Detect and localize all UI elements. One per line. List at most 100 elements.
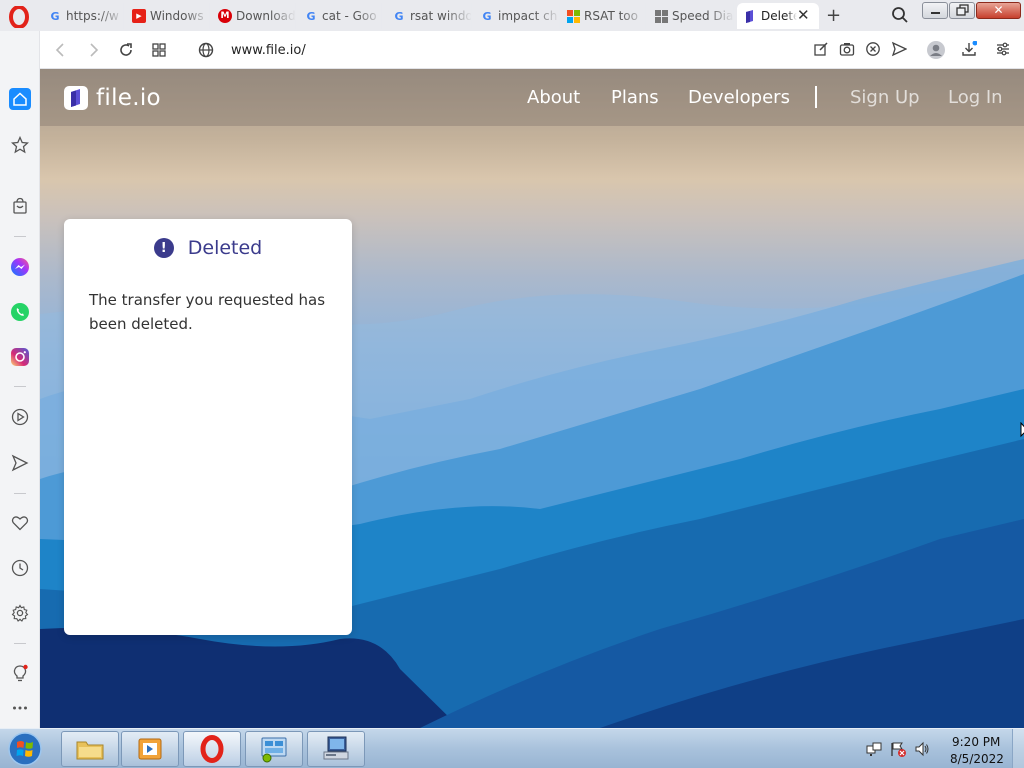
google-icon: G [50, 9, 60, 23]
google-icon: G [482, 9, 492, 23]
instagram-icon[interactable] [9, 346, 31, 368]
home-icon[interactable] [9, 88, 31, 110]
taskbar-network-button[interactable] [307, 731, 365, 767]
tab-6[interactable]: G impact ch [474, 3, 560, 29]
address-bar: www.file.io/ [40, 31, 1024, 69]
card-message: The transfer you requested has been dele… [89, 291, 326, 333]
google-icon: G [394, 9, 404, 23]
search-tabs-icon[interactable] [891, 6, 909, 24]
tab-8[interactable]: Speed Dia [648, 3, 734, 29]
sidebar-divider [14, 493, 26, 494]
speed-dial-icon [654, 9, 668, 23]
control-panel-icon [261, 737, 287, 763]
opera-icon [200, 735, 224, 763]
edit-icon[interactable] [813, 41, 829, 57]
tab-label: Speed Dia [672, 9, 733, 23]
sidebar-divider [14, 236, 26, 237]
nav-divider [815, 86, 817, 108]
clock-time[interactable]: 9:20 PM [952, 735, 1000, 749]
close-tab-icon[interactable]: ✕ [797, 8, 811, 23]
forward-icon[interactable] [84, 41, 102, 59]
volume-tray-icon[interactable] [914, 741, 930, 757]
tab-bar: G https://w ▶ Windows M Download G cat -… [0, 0, 1024, 31]
computer-icon [323, 736, 349, 760]
tab-label: https://w [66, 9, 119, 23]
restore-button[interactable] [949, 2, 975, 19]
new-tab-icon[interactable]: + [826, 5, 842, 26]
logo-text: file.io [96, 85, 161, 111]
show-desktop-button[interactable] [1012, 729, 1024, 768]
url-field[interactable]: www.file.io/ [231, 43, 306, 58]
shopping-bag-icon[interactable] [9, 195, 31, 217]
tab-1[interactable]: G https://w [42, 3, 124, 29]
opera-sidebar [0, 31, 40, 728]
youtube-icon: ▶ [132, 9, 146, 23]
taskbar-control-panel-button[interactable] [245, 731, 303, 767]
messenger-icon[interactable] [9, 256, 31, 278]
tab-label: Delete [761, 9, 797, 23]
nav-developers-link[interactable]: Developers [688, 87, 790, 108]
tab-2[interactable]: ▶ Windows [126, 3, 210, 29]
tab-label: cat - Goo [322, 9, 377, 23]
fileio-icon [743, 9, 757, 23]
fileio-logo-icon [64, 86, 88, 110]
fileio-logo[interactable]: file.io [64, 85, 161, 111]
site-header: file.io About Plans Developers Sign Up L… [40, 69, 1024, 126]
log-in-link[interactable]: Log In [948, 87, 1003, 108]
nav-about-link[interactable]: About [527, 87, 580, 108]
status-card: ! Deleted The transfer you requested has… [64, 219, 352, 635]
network-tray-icon[interactable] [866, 741, 882, 757]
start-button-icon[interactable] [5, 731, 45, 767]
tab-5[interactable]: G rsat windo [386, 3, 472, 29]
close-window-button[interactable]: ✕ [976, 2, 1021, 19]
tab-label: RSAT too [584, 9, 638, 23]
windows-icon [566, 9, 580, 23]
back-icon[interactable] [52, 41, 70, 59]
card-header: ! Deleted [64, 237, 352, 259]
snapshot-icon[interactable] [839, 41, 855, 57]
globe-icon[interactable] [197, 41, 215, 59]
my-flow-icon[interactable] [9, 452, 31, 474]
sidebar-divider [14, 643, 26, 644]
taskbar-explorer-button[interactable] [61, 731, 119, 767]
minimize-button[interactable] [922, 2, 948, 19]
opera-logo-icon[interactable] [8, 6, 30, 28]
downloads-icon[interactable] [961, 41, 977, 57]
tab-label: Download [236, 9, 295, 23]
tab-3[interactable]: M Download [212, 3, 296, 29]
clock-date[interactable]: 8/5/2022 [950, 752, 1004, 766]
tab-4[interactable]: G cat - Goo [298, 3, 382, 29]
reload-icon[interactable] [117, 41, 135, 59]
tab-active[interactable]: Delete ✕ [737, 3, 819, 29]
mouse-cursor-icon [1020, 422, 1024, 438]
nav-plans-link[interactable]: Plans [611, 87, 659, 108]
sign-up-link[interactable]: Sign Up [850, 87, 920, 108]
adblock-icon[interactable] [865, 41, 881, 57]
alert-icon: ! [153, 238, 174, 258]
whatsapp-icon[interactable] [9, 301, 31, 323]
tab-label: Windows [150, 9, 204, 23]
taskbar-opera-button[interactable] [183, 731, 241, 767]
lightbulb-icon[interactable] [9, 662, 31, 684]
tabs-grid-icon[interactable] [150, 41, 168, 59]
action-center-tray-icon[interactable] [890, 741, 906, 757]
tab-label: impact ch [498, 9, 558, 23]
settings-gear-icon[interactable] [9, 602, 31, 624]
tab-label: rsat windo [410, 9, 471, 23]
more-options-icon[interactable] [9, 697, 31, 719]
bookmarks-star-icon[interactable] [9, 134, 31, 156]
mega-icon: M [218, 9, 232, 23]
web-page: file.io About Plans Developers Sign Up L… [40, 69, 1024, 728]
player-icon[interactable] [9, 406, 31, 428]
sidebar-divider [14, 386, 26, 387]
google-icon: G [306, 9, 316, 23]
heart-icon[interactable] [9, 512, 31, 534]
history-icon[interactable] [9, 557, 31, 579]
folder-icon [76, 741, 104, 760]
taskbar-media-player-button[interactable] [121, 731, 179, 767]
tab-7[interactable]: RSAT too [560, 3, 646, 29]
profile-avatar-icon[interactable] [926, 40, 946, 60]
send-icon[interactable] [891, 41, 907, 57]
easy-setup-icon[interactable] [995, 41, 1011, 57]
media-player-icon [138, 738, 162, 760]
